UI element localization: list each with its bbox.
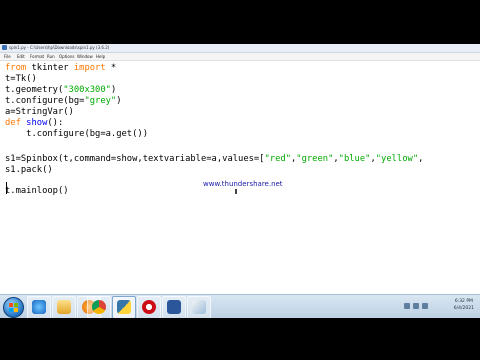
code-text: t.geometry( <box>5 85 64 95</box>
menu-format[interactable]: Format <box>30 53 44 60</box>
flag-icon[interactable] <box>422 303 428 309</box>
string-literal: "red" <box>264 154 291 164</box>
internet-explorer-icon <box>32 300 46 314</box>
string-literal: "green" <box>296 154 334 164</box>
system-clock[interactable]: 6:32 PM 6/4/2021 <box>454 298 474 312</box>
string-literal: "blue" <box>338 154 371 164</box>
desktop-screen: spin1.py - C:\Users\hp\Downloads\spin1.p… <box>0 44 480 318</box>
word-icon <box>167 300 181 314</box>
text-cursor <box>6 182 7 194</box>
keyword: import <box>73 63 106 73</box>
taskbar-chrome[interactable] <box>87 296 111 318</box>
taskbar-word[interactable] <box>162 296 186 318</box>
taskbar-internet-explorer[interactable] <box>27 296 51 318</box>
clock-time: 6:32 PM <box>454 299 473 304</box>
string-literal: "300x300" <box>63 85 111 95</box>
menu-options[interactable]: Options <box>59 53 74 60</box>
window-title: spin1.py - C:\Users\hp\Downloads\spin1.p… <box>9 45 110 50</box>
menu-file[interactable]: File <box>4 53 11 60</box>
menu-run[interactable]: Run <box>47 53 55 60</box>
string-literal: "yellow" <box>375 154 419 164</box>
window-titlebar[interactable]: spin1.py - C:\Users\hp\Downloads\spin1.p… <box>0 44 480 53</box>
watermark-text: www.thundershare.net <box>203 180 283 188</box>
python-icon <box>117 300 131 314</box>
code-line-7: t.configure(bg=a.get()) <box>5 129 148 139</box>
code-line-8: s1=Spinbox(t,command=show,textvariable=a… <box>5 154 423 165</box>
code-line-6: def show(): <box>5 118 63 129</box>
code-text: t.configure(bg= <box>5 96 85 106</box>
menu-window[interactable]: Window <box>77 53 93 60</box>
taskbar: 6:32 PM 6/4/2021 <box>0 294 480 318</box>
string-literal: "grey" <box>84 96 117 106</box>
code-text: (): <box>47 118 64 128</box>
code-text: s1=Spinbox(t,command=show,textvariable=a… <box>5 154 265 164</box>
code-text: tkinter <box>26 63 74 73</box>
python-idle-icon <box>2 45 7 50</box>
windows-flag-icon <box>9 303 18 312</box>
code-line-10: t.mainloop() <box>5 186 69 196</box>
code-text: , <box>418 154 424 164</box>
network-icon[interactable] <box>404 303 410 309</box>
code-text: ) <box>116 96 122 106</box>
code-line-4: t.configure(bg="grey") <box>5 96 122 107</box>
taskbar-python-idle[interactable] <box>112 296 136 318</box>
code-line-2: t=Tk() <box>5 74 37 84</box>
menu-help[interactable]: Help <box>96 53 105 60</box>
function-name: show <box>20 118 48 128</box>
system-tray: 6:32 PM 6/4/2021 <box>400 295 480 318</box>
chrome-icon <box>92 300 106 314</box>
code-line-1: from tkinter import * <box>5 63 116 74</box>
menu-bar: File Edit Format Run Options Window Help <box>0 53 480 61</box>
taskbar-file-explorer[interactable] <box>52 296 76 318</box>
code-line-3: t.geometry("300x300") <box>5 85 116 96</box>
opera-icon <box>142 300 156 314</box>
mouse-cursor-icon <box>235 189 237 194</box>
start-button[interactable] <box>3 297 24 318</box>
keyword: from <box>5 63 27 73</box>
code-text: * <box>105 63 117 73</box>
taskbar-opera[interactable] <box>137 296 161 318</box>
paint-icon <box>192 300 206 314</box>
folder-icon <box>57 300 71 314</box>
code-line-5: a=StringVar() <box>5 107 74 117</box>
clock-date: 6/4/2021 <box>453 306 474 311</box>
taskbar-paint[interactable] <box>187 296 211 318</box>
keyword: def <box>5 118 21 128</box>
menu-edit[interactable]: Edit <box>17 53 25 60</box>
volume-icon[interactable] <box>413 303 419 309</box>
code-text: ) <box>110 85 117 95</box>
code-line-9: s1.pack() <box>5 165 53 175</box>
code-editor[interactable]: from tkinter import * t=Tk() t.geometry(… <box>0 61 480 318</box>
